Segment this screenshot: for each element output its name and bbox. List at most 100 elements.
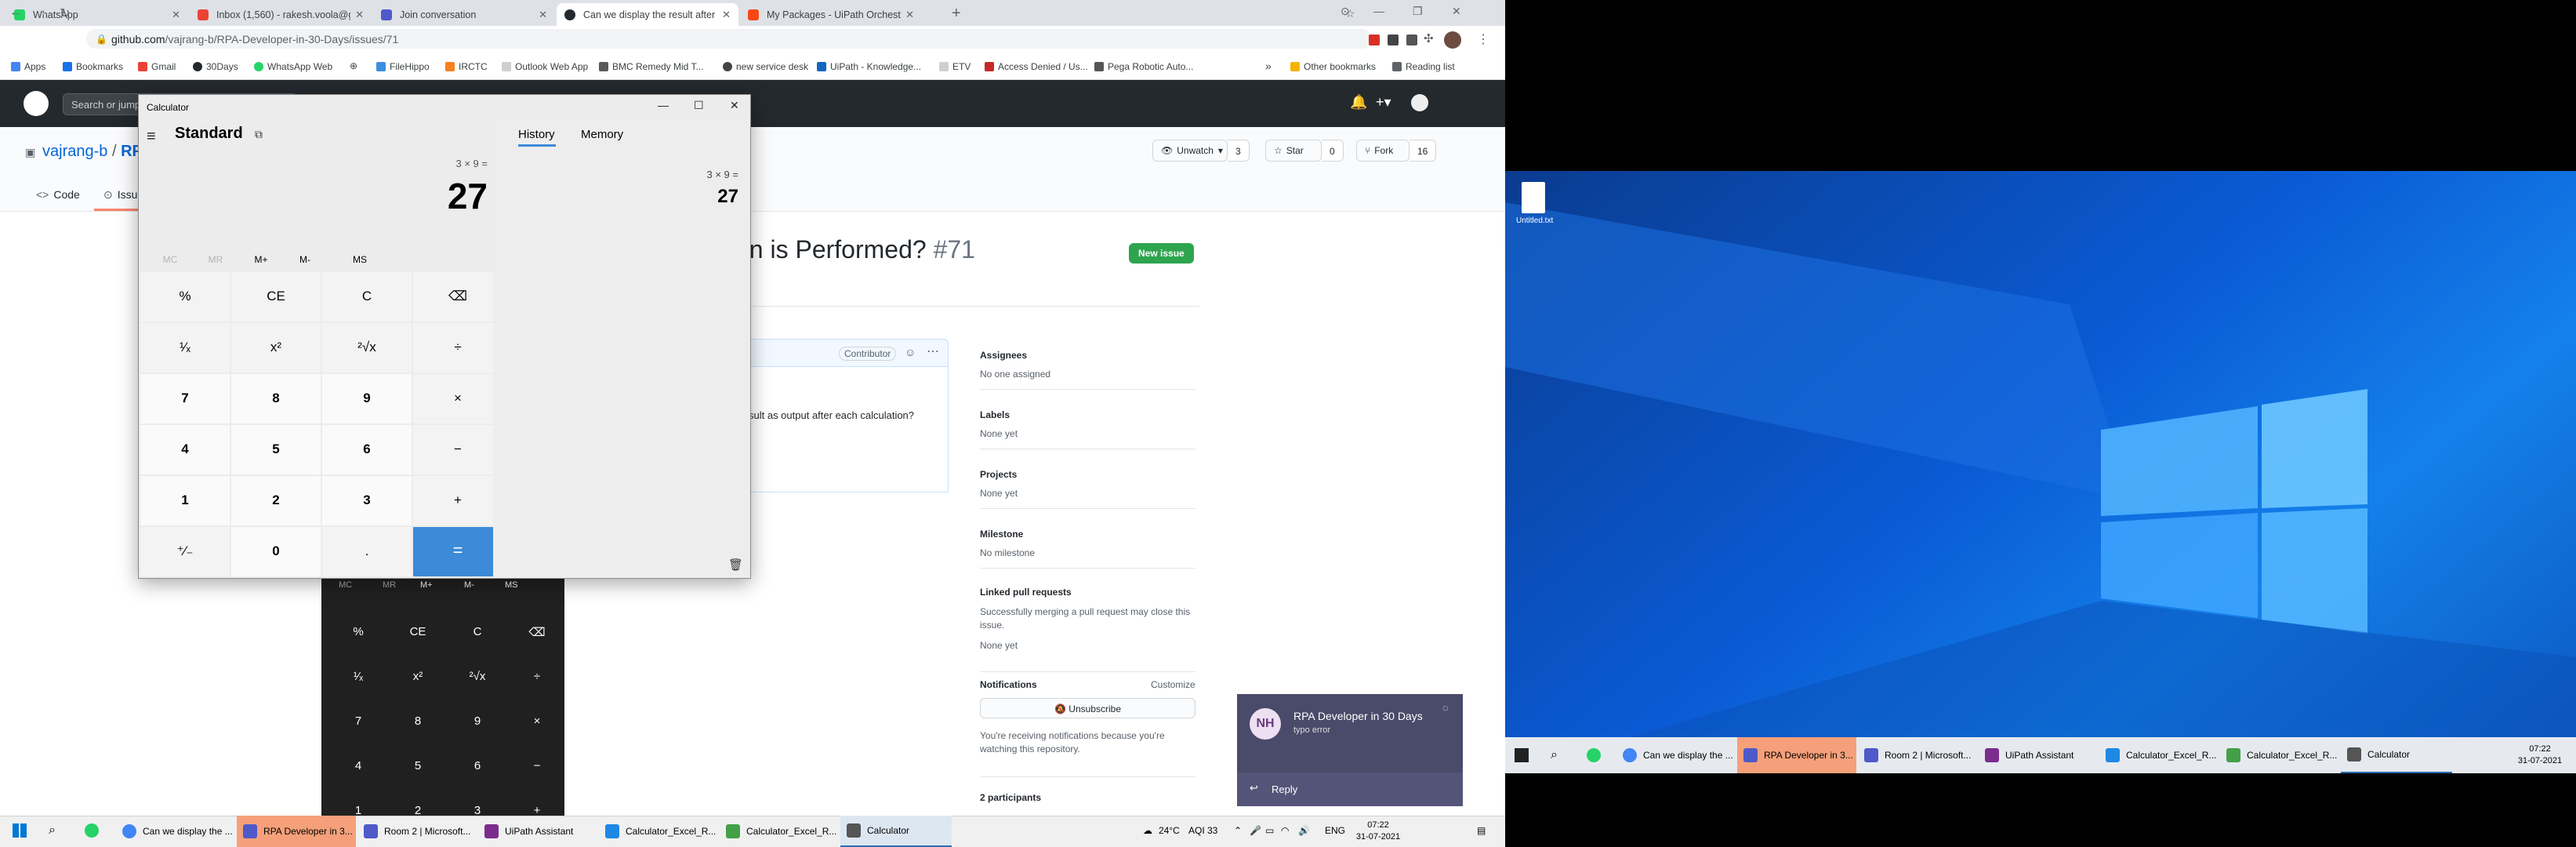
key-6[interactable]: 6 [322,425,412,474]
key-reciprocal[interactable]: ¹⁄ₓ [140,323,230,373]
close-icon[interactable]: ✕ [355,9,364,21]
milestone-section[interactable]: Milestone No milestone [980,529,1035,558]
create-new-icon[interactable]: +▾ [1376,94,1391,111]
dark-key[interactable]: CE [389,612,447,653]
star-count[interactable]: 0 [1322,140,1344,162]
dark-key[interactable]: ÷ [508,656,566,697]
key-0[interactable]: 0 [231,527,321,576]
taskbar-uipath-assistant[interactable]: UiPath Assistant [478,816,597,847]
bookmark-irctc[interactable]: IRCTC [445,61,488,72]
repo-path[interactable]: vajrang-b / RPA [42,143,153,161]
labels-section[interactable]: Labels None yet [980,409,1018,439]
dark-key[interactable]: % [329,612,387,653]
key-backspace[interactable]: ⌫ [413,272,503,322]
dark-key[interactable]: 6 [448,746,506,787]
windows-start-icon[interactable] [1515,748,1529,762]
volume-icon[interactable]: 🔊 [1298,825,1310,836]
teams-notification[interactable]: NH RPA Developer in 30 Days typo error ◌… [1237,694,1463,806]
key-percent[interactable]: % [140,272,230,322]
dark-key[interactable]: ⌫ [508,612,566,653]
bookmark-access-denied[interactable]: Access Denied / Us... [985,61,1088,72]
tab-code[interactable]: <> Code [36,188,80,201]
history-expression[interactable]: 3 × 9 = [609,169,738,180]
taskbar-studio-1[interactable]: Calculator_Excel_R... [599,816,718,847]
other-bookmarks[interactable]: Other bookmarks [1290,61,1376,72]
bookmark-bmc-remedy[interactable]: BMC Remedy Mid T... [599,61,703,72]
bookmark-bookmarks[interactable]: Bookmarks [63,61,123,72]
bookmark-uipath-knowledge[interactable]: UiPath - Knowledge... [817,61,921,72]
clock[interactable]: 07:22 31-07-2021 [2516,743,2563,767]
taskbar-chrome[interactable]: Can we display the ... [1616,737,1734,773]
dark-memory-button[interactable]: M+ [420,580,433,590]
bookmark-gmail[interactable]: Gmail [138,61,176,72]
key-8[interactable]: 8 [231,374,321,424]
tab-whatsapp[interactable]: WhatsApp ✕ [6,3,188,26]
key-3[interactable]: 3 [322,476,412,525]
reply-button[interactable]: ↩ Reply [1237,772,1463,806]
watch-count[interactable]: 3 [1228,140,1250,162]
unwatch-button[interactable]: 👁 Unwatch ▾ [1152,140,1228,162]
bookmark-pega[interactable]: Pega Robotic Auto... [1094,61,1193,72]
dark-key[interactable]: − [508,746,566,787]
fork-count[interactable]: 16 [1410,140,1437,162]
taskbar-studio-2[interactable]: Calculator_Excel_R... [720,816,839,847]
key-5[interactable]: 5 [231,425,321,474]
key-sqrt[interactable]: ²√x [322,323,412,373]
taskbar-calculator[interactable]: Calculator [2341,737,2452,773]
taskbar-calculator[interactable]: Calculator [840,816,952,847]
hamburger-menu-icon[interactable]: ≡ [147,128,156,146]
taskbar-teams-room[interactable]: Room 2 | Microsoft... [1858,737,1977,773]
extension-red-icon[interactable] [1369,35,1380,45]
weather-icon[interactable]: ☁ [1143,825,1152,836]
key-equals[interactable]: = [413,527,503,576]
calculator-titlebar[interactable]: Calculator — ☐ ✕ [139,95,750,118]
key-1[interactable]: 1 [140,476,230,525]
memory-button-mr[interactable]: MR [192,254,239,265]
memory-button-mc[interactable]: MC [147,254,194,265]
windows-start-icon[interactable] [13,823,27,838]
taskbar-teams-rpa[interactable]: RPA Developer in 3... [1737,737,1856,773]
key-multiply[interactable]: × [413,374,503,424]
taskbar-teams-room[interactable]: Room 2 | Microsoft... [357,816,477,847]
close-window-icon[interactable]: ✕ [1452,5,1461,18]
fork-button[interactable]: ⑂ Fork [1356,140,1410,162]
lock-icon[interactable]: 🔒 [96,34,107,45]
profile-avatar[interactable] [1444,31,1461,49]
search-icon[interactable]: ⌕ [49,823,56,838]
customize-link[interactable]: Customize [1151,679,1195,690]
key-2[interactable]: 2 [231,476,321,525]
forward-icon[interactable]: → [34,5,47,20]
bell-icon[interactable]: 🔔 [1350,94,1367,111]
dark-key[interactable]: ¹⁄ₓ [329,656,387,697]
bookmark-whatsapp-web[interactable]: WhatsApp Web [254,61,332,72]
keep-on-top-icon[interactable]: ⧉ [255,128,263,141]
memory-button-ms[interactable]: MS [336,254,383,265]
weather-temp[interactable]: 24°C [1159,825,1180,836]
close-icon[interactable]: ✕ [905,9,914,21]
back-icon[interactable]: ← [9,5,22,20]
dark-key[interactable]: 7 [329,701,387,742]
user-avatar[interactable] [1411,94,1428,111]
whatsapp-icon[interactable] [85,823,99,838]
trash-icon[interactable]: 🗑 [728,558,743,572]
bookmark-filehippo[interactable]: FileHippo [376,61,430,72]
bookmark-outlook[interactable]: Outlook Web App [502,61,588,72]
address-bar[interactable]: github.com/vajrang-b/RPA-Developer-in-30… [86,29,1372,49]
taskbar-studio-1[interactable]: Calculator_Excel_R... [2099,737,2219,773]
history-tab[interactable]: History [518,128,555,141]
star-button[interactable]: ☆ Star [1265,140,1322,162]
emoji-icon[interactable]: ☺ [905,346,916,358]
weather-aqi[interactable]: AQI 33 [1188,825,1217,836]
close-icon[interactable]: ✕ [539,9,547,21]
close-icon[interactable]: ✕ [730,99,739,112]
puzzle-icon[interactable]: ✣ [1424,31,1434,45]
key-9[interactable]: 9 [322,374,412,424]
linked-pr-section[interactable]: Linked pull requests Successfully merging… [980,587,1195,651]
taskbar-studio-2[interactable]: Calculator_Excel_R... [2220,737,2339,773]
reload-icon[interactable]: ↻ [60,5,70,21]
key-ce[interactable]: CE [231,272,321,322]
microphone-icon[interactable]: 🎤 [1250,825,1261,836]
projects-section[interactable]: Projects None yet [980,469,1018,499]
bookmark-30days[interactable]: 30Days [193,61,238,72]
wifi-icon[interactable]: ◠ [1281,825,1289,836]
